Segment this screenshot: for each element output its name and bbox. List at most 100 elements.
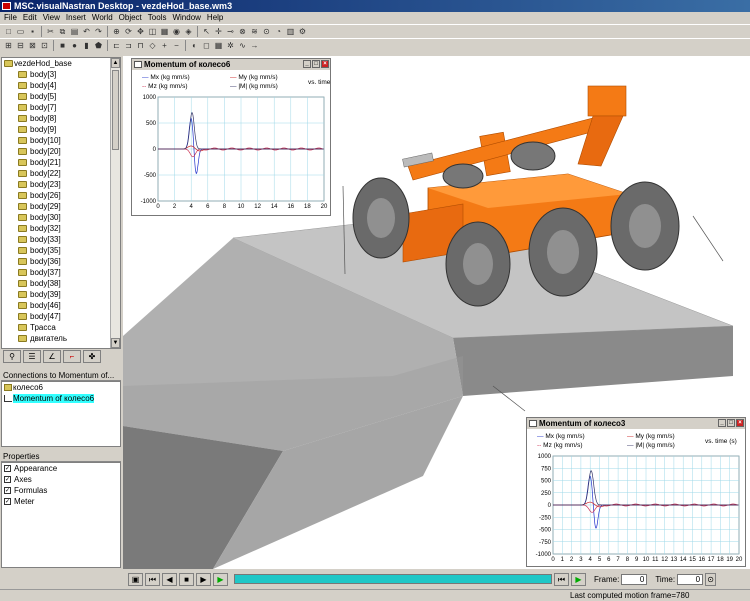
- scroll-thumb[interactable]: [112, 70, 119, 150]
- zoom-out-icon[interactable]: −: [171, 40, 182, 51]
- step-forward-icon[interactable]: ▶: [196, 572, 211, 586]
- ungroup-icon[interactable]: ⊠: [27, 40, 38, 51]
- grid-icon[interactable]: ▦: [159, 26, 170, 37]
- view-top-icon[interactable]: ⊓: [135, 40, 146, 51]
- step-back-icon[interactable]: ◀: [162, 572, 177, 586]
- trace-icon[interactable]: ∿: [237, 40, 248, 51]
- fit-icon[interactable]: ◫: [147, 26, 158, 37]
- checkbox-checked-icon[interactable]: ✓: [4, 487, 11, 494]
- connection-item-selected[interactable]: Momentum of колесо6: [2, 393, 120, 404]
- tree-item[interactable]: body[9]: [2, 124, 120, 135]
- frame-field[interactable]: 0: [621, 573, 648, 585]
- settings-icon[interactable]: ⚙: [297, 26, 308, 37]
- graph-window-wheel6[interactable]: Momentum of колесо6 _ □ × — Mx (kg mm/s)…: [131, 58, 331, 216]
- pointer-icon[interactable]: ↖: [201, 26, 212, 37]
- align-icon[interactable]: ⊞: [3, 40, 14, 51]
- vector-icon[interactable]: →: [249, 40, 260, 51]
- group-icon[interactable]: ⊟: [15, 40, 26, 51]
- tree-item[interactable]: body[4]: [2, 80, 120, 91]
- tree-item[interactable]: body[39]: [2, 289, 120, 300]
- polygon-icon[interactable]: ⬟: [93, 40, 104, 51]
- cylinder-icon[interactable]: ▮: [81, 40, 92, 51]
- tree-item[interactable]: body[32]: [2, 223, 120, 234]
- tree-item[interactable]: body[29]: [2, 201, 120, 212]
- timeline-progress[interactable]: [234, 574, 552, 584]
- menu-world[interactable]: World: [92, 12, 113, 24]
- property-appearance[interactable]: ✓ Appearance: [2, 463, 120, 474]
- menu-view[interactable]: View: [43, 12, 60, 24]
- menu-tools[interactable]: Tools: [148, 12, 167, 24]
- tree-root[interactable]: vezdeHod_base: [2, 58, 120, 69]
- tree-item[interactable]: Трасса: [2, 322, 120, 333]
- tab-tree-icon[interactable]: ☰: [23, 350, 41, 363]
- tree-item[interactable]: body[33]: [2, 234, 120, 245]
- maximize-icon[interactable]: □: [312, 60, 320, 68]
- tree-item[interactable]: body[30]: [2, 212, 120, 223]
- wireframe-icon[interactable]: ◻: [201, 40, 212, 51]
- chart-icon[interactable]: ▥: [285, 26, 296, 37]
- rewind-icon[interactable]: ⏮: [145, 572, 160, 586]
- tree-scrollbar[interactable]: ▲ ▼: [110, 58, 120, 348]
- tree-item[interactable]: body[21]: [2, 157, 120, 168]
- new-file-icon[interactable]: □: [3, 26, 14, 37]
- copy-icon[interactable]: ⧉: [57, 26, 68, 37]
- tree-item[interactable]: body[38]: [2, 278, 120, 289]
- tree-item[interactable]: двигатель: [2, 333, 120, 344]
- graph-window-wheel3[interactable]: Momentum of колесо3 _ □ × — Mx (kg mm/s)…: [526, 417, 746, 567]
- close-icon[interactable]: ×: [736, 419, 744, 427]
- tab-graphs-icon[interactable]: ∠: [43, 350, 61, 363]
- menu-file[interactable]: File: [4, 12, 17, 24]
- tree-item[interactable]: body[23]: [2, 179, 120, 190]
- tree-item[interactable]: body[10]: [2, 135, 120, 146]
- redo-icon[interactable]: ↷: [93, 26, 104, 37]
- save-icon[interactable]: ▪: [27, 26, 38, 37]
- minimize-icon[interactable]: _: [303, 60, 311, 68]
- view-side-icon[interactable]: ⊐: [123, 40, 134, 51]
- tree-item[interactable]: body[3]: [2, 69, 120, 80]
- tree-item[interactable]: body[47]: [2, 311, 120, 322]
- time-field[interactable]: 0: [677, 573, 704, 585]
- zoom-icon[interactable]: ⊕: [111, 26, 122, 37]
- minimize-icon[interactable]: _: [718, 419, 726, 427]
- sphere-icon[interactable]: ●: [69, 40, 80, 51]
- tab-objects-icon[interactable]: ⚲: [3, 350, 21, 363]
- tree-item[interactable]: body[46]: [2, 300, 120, 311]
- open-folder-icon[interactable]: ▭: [15, 26, 26, 37]
- graph-title-bar[interactable]: Momentum of колесо3 _ □ ×: [527, 418, 745, 429]
- stop-icon[interactable]: ■: [179, 572, 194, 586]
- checkbox-checked-icon[interactable]: ✓: [4, 476, 11, 483]
- render-icon[interactable]: ◈: [183, 26, 194, 37]
- menu-help[interactable]: Help: [207, 12, 223, 24]
- graph-title-bar[interactable]: Momentum of колесо6 _ □ ×: [132, 59, 330, 70]
- tab-bodies-icon[interactable]: ✤: [83, 350, 101, 363]
- cut-icon[interactable]: ✂: [45, 26, 56, 37]
- tree-item[interactable]: body[35]: [2, 245, 120, 256]
- tree-item[interactable]: body[7]: [2, 102, 120, 113]
- record-icon[interactable]: ▣: [128, 572, 143, 586]
- undo-icon[interactable]: ↶: [81, 26, 92, 37]
- grid-toggle-icon[interactable]: ▦: [213, 40, 224, 51]
- zoom-in-icon[interactable]: +: [159, 40, 170, 51]
- menu-window[interactable]: Window: [172, 12, 200, 24]
- menu-edit[interactable]: Edit: [23, 12, 37, 24]
- tree-item[interactable]: body[20]: [2, 146, 120, 157]
- property-formulas[interactable]: ✓ Formulas: [2, 485, 120, 496]
- pan-icon[interactable]: ✥: [135, 26, 146, 37]
- rotate-icon[interactable]: ⟳: [123, 26, 134, 37]
- shade-icon[interactable]: ◐: [189, 40, 200, 51]
- tree-item[interactable]: body[37]: [2, 267, 120, 278]
- tree-item[interactable]: body[36]: [2, 256, 120, 267]
- run-icon[interactable]: ▶: [571, 572, 586, 586]
- property-axes[interactable]: ✓ Axes: [2, 474, 120, 485]
- move-icon[interactable]: ✛: [213, 26, 224, 37]
- motor-icon[interactable]: ⊙: [261, 26, 272, 37]
- spring-icon[interactable]: ≋: [249, 26, 260, 37]
- menu-insert[interactable]: Insert: [66, 12, 86, 24]
- view-iso-icon[interactable]: ◇: [147, 40, 158, 51]
- time-spinner-icon[interactable]: ⊙: [705, 572, 717, 586]
- play-icon[interactable]: ▶: [213, 572, 228, 586]
- tree-item[interactable]: body[22]: [2, 168, 120, 179]
- tree-item[interactable]: body[5]: [2, 91, 120, 102]
- collision-icon[interactable]: ✲: [225, 40, 236, 51]
- checkbox-checked-icon[interactable]: ✓: [4, 465, 11, 472]
